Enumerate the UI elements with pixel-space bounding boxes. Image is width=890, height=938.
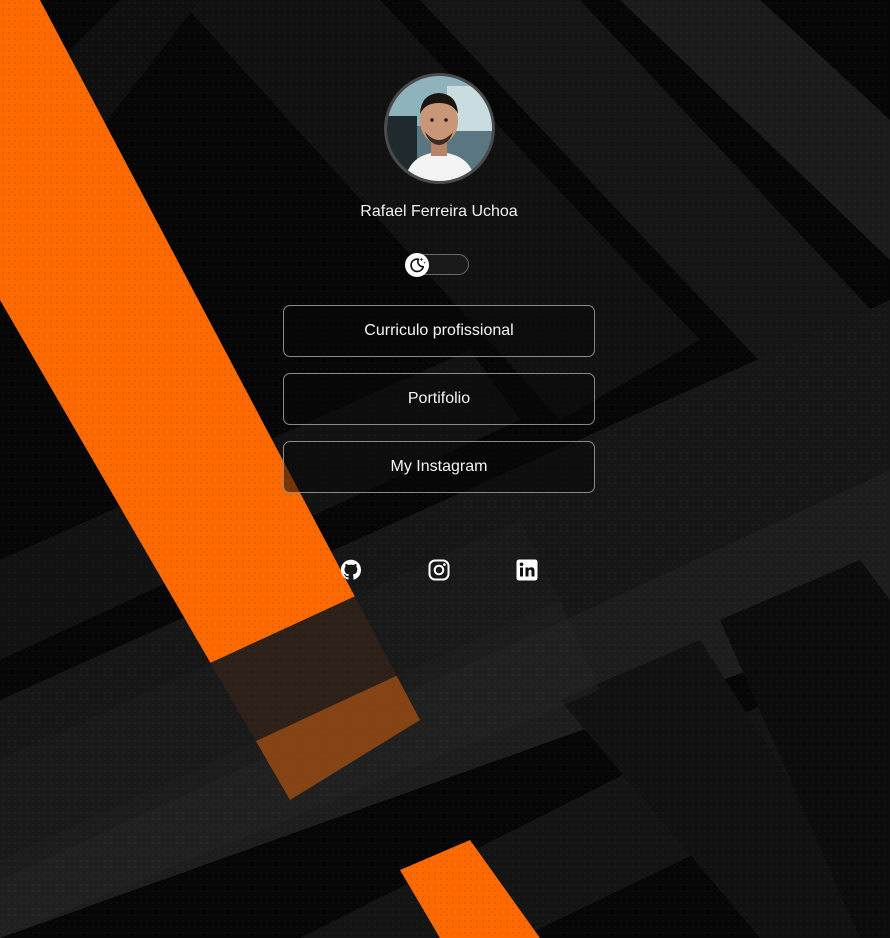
instagram-link-button[interactable]: My Instagram	[283, 441, 595, 493]
github-link[interactable]	[339, 558, 363, 582]
curriculo-button[interactable]: Curriculo profissional	[283, 305, 595, 357]
toggle-knob[interactable]	[405, 253, 429, 277]
moon-stars-icon	[410, 257, 426, 273]
portifolio-button[interactable]: Portifolio	[283, 373, 595, 425]
instagram-link[interactable]	[427, 558, 451, 582]
avatar	[384, 73, 495, 184]
linkedin-link[interactable]	[515, 558, 539, 582]
profile-name: Rafael Ferreira Uchoa	[360, 203, 518, 220]
linkedin-icon	[516, 559, 538, 581]
theme-toggle[interactable]	[405, 253, 469, 277]
instagram-icon	[428, 559, 450, 581]
profile-photo	[387, 76, 492, 181]
github-icon	[340, 559, 362, 580]
